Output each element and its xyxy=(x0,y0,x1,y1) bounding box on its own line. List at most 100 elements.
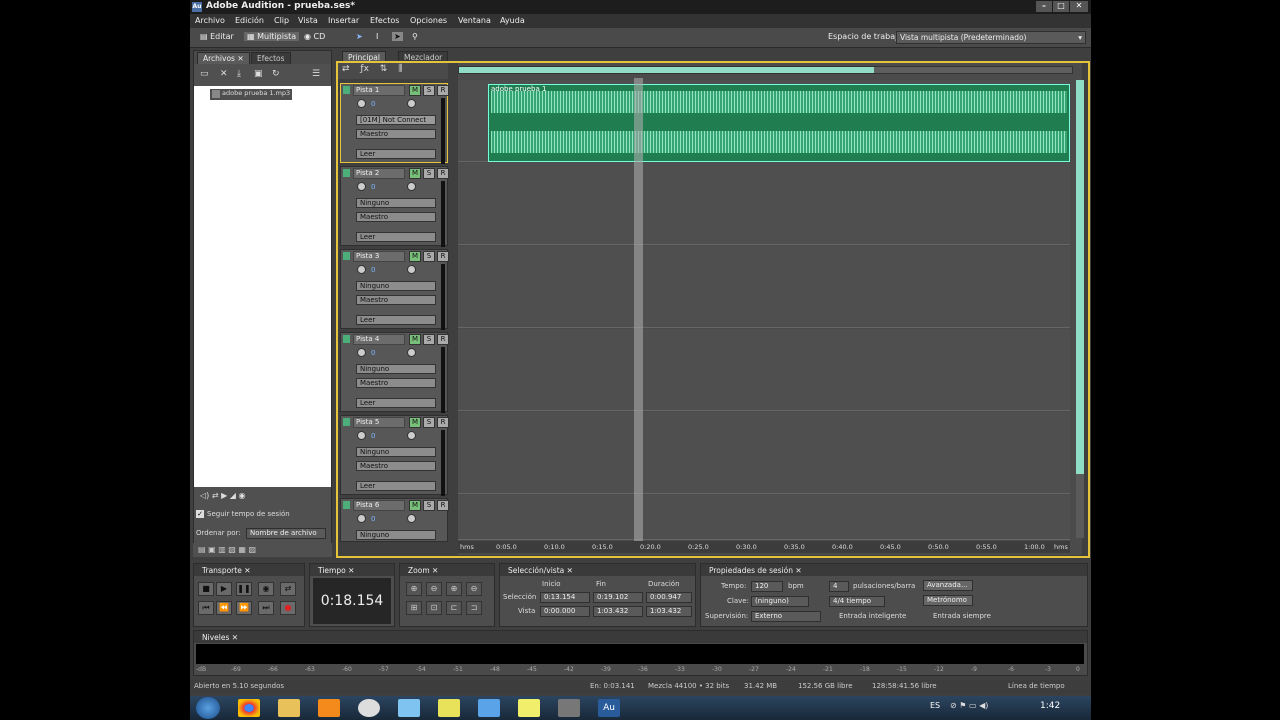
time-signature-select[interactable]: 4/4 tiempo xyxy=(829,596,885,607)
menu-clip[interactable]: Clip xyxy=(274,16,289,25)
supervision-select[interactable]: Externo xyxy=(751,611,821,622)
track-5-input-select[interactable]: Ninguno xyxy=(356,447,436,457)
menu-efectos[interactable]: Efectos xyxy=(370,16,399,25)
clock-app-icon[interactable] xyxy=(358,699,380,717)
import-icon[interactable]: ▭ xyxy=(200,69,209,79)
media-player-icon[interactable] xyxy=(318,699,340,717)
vertical-thumb[interactable] xyxy=(1076,80,1084,474)
overview-thumb[interactable] xyxy=(459,67,874,73)
scrub-tool-icon[interactable]: ⚲ xyxy=(412,32,418,41)
tempo-input[interactable]: 120 xyxy=(751,581,783,592)
menu-ventana[interactable]: Ventana xyxy=(458,16,491,25)
track-3-volume-knob[interactable] xyxy=(357,265,366,274)
track-1-input-select[interactable]: [01M] Not Connect xyxy=(356,115,436,125)
track-1-output-select[interactable]: Maestro xyxy=(356,129,436,139)
overview-scrollbar[interactable] xyxy=(458,66,1073,74)
app-icon-blue[interactable] xyxy=(398,699,420,717)
play-from-cursor-button[interactable]: ◉ xyxy=(258,582,274,596)
track-2-volume-knob[interactable] xyxy=(357,182,366,191)
track-5-pan-knob[interactable] xyxy=(407,431,416,440)
track-5-solo-button[interactable]: S xyxy=(423,417,435,428)
track-4-name[interactable]: Pista 4 xyxy=(353,334,405,345)
start-button[interactable] xyxy=(196,697,220,719)
track-3-output-select[interactable]: Maestro xyxy=(356,295,436,305)
maximize-button[interactable]: □ xyxy=(1053,1,1069,12)
insert-icon[interactable]: ⤓ xyxy=(237,69,241,79)
zoom-left-edge-icon[interactable]: ⊏ xyxy=(446,601,462,615)
pause-button[interactable]: ❚❚ xyxy=(236,582,252,596)
beats-input[interactable]: 4 xyxy=(829,581,849,592)
forward-button[interactable]: ⏩ xyxy=(236,601,252,615)
track-2-solo-button[interactable]: S xyxy=(423,168,435,179)
folder-icon[interactable] xyxy=(278,699,300,717)
zoom-right-edge-icon[interactable]: ⊐ xyxy=(466,601,482,615)
view-end-field[interactable]: 1:03.432 xyxy=(593,606,643,617)
track-3-mute-button[interactable]: M xyxy=(409,251,421,262)
minimize-button[interactable]: – xyxy=(1036,1,1052,12)
ibeam-tool-icon[interactable]: I xyxy=(376,32,378,41)
track-6-input-select[interactable]: Ninguno xyxy=(356,530,436,540)
track-3-solo-button[interactable]: S xyxy=(423,251,435,262)
view-options-icon[interactable]: ☰ xyxy=(312,69,320,79)
track-1-volume-knob[interactable] xyxy=(357,99,366,108)
track-5-volume-knob[interactable] xyxy=(357,431,366,440)
tray-icons[interactable]: ⊘ ⚑ ▭ ◀) xyxy=(950,701,988,710)
always-input-option[interactable]: Entrada siempre xyxy=(933,612,991,620)
track-6-mute-button[interactable]: M xyxy=(409,500,421,511)
track-5-output-select[interactable]: Maestro xyxy=(356,461,436,471)
zoom-full-icon[interactable]: ⊞ xyxy=(406,601,422,615)
track-6-name[interactable]: Pista 6 xyxy=(353,500,405,511)
metronome-button[interactable]: Metrónomo xyxy=(923,595,973,606)
stop-button[interactable]: ■ xyxy=(198,582,214,596)
track-5-name[interactable]: Pista 5 xyxy=(353,417,405,428)
smart-input-option[interactable]: Entrada inteligente xyxy=(839,612,906,620)
track-6-solo-button[interactable]: S xyxy=(423,500,435,511)
tab-efectos[interactable]: Efectos xyxy=(251,52,291,64)
sticky-notes-icon[interactable] xyxy=(518,699,540,717)
view-duration-field[interactable]: 1:03.432 xyxy=(646,606,692,617)
track-4-volume-knob[interactable] xyxy=(357,348,366,357)
track-1-mute-button[interactable]: M xyxy=(409,85,421,96)
close-button[interactable]: ✕ xyxy=(1070,1,1088,12)
timeline-ruler[interactable]: hms 0:05.0 0:10.0 0:15.0 0:20.0 0:25.0 0… xyxy=(458,541,1070,553)
selection-end-field[interactable]: 0:19.102 xyxy=(593,592,643,603)
track-1-name[interactable]: Pista 1 xyxy=(353,85,405,96)
language-indicator[interactable]: ES xyxy=(930,701,940,710)
track-6-volume-knob[interactable] xyxy=(357,514,366,523)
track-2-input-select[interactable]: Ninguno xyxy=(356,198,436,208)
playhead-cursor[interactable] xyxy=(634,78,643,544)
computer-icon[interactable] xyxy=(478,699,500,717)
track-3-input-select[interactable]: Ninguno xyxy=(356,281,436,291)
track-lane-5[interactable] xyxy=(458,412,1070,494)
zoom-in-amplitude-icon[interactable]: ⊕ xyxy=(406,582,422,596)
clock[interactable]: 1:42 xyxy=(1040,701,1060,711)
track-3-automation-select[interactable]: Leer xyxy=(356,315,436,325)
move-tool-icon[interactable]: ➤ xyxy=(356,32,363,41)
track-1-record-button[interactable]: R xyxy=(437,85,449,96)
track-1-automation-select[interactable]: Leer xyxy=(356,149,436,159)
zoom-selection-icon[interactable]: ⊡ xyxy=(426,601,442,615)
track-2-name[interactable]: Pista 2 xyxy=(353,168,405,179)
go-start-button[interactable]: ⏮ xyxy=(198,601,214,615)
editar-button[interactable]: ▤ Editar xyxy=(200,32,234,41)
track-lane-6[interactable] xyxy=(458,495,1070,540)
menu-edicion[interactable]: Edición xyxy=(235,16,264,25)
loop-icon[interactable]: ⇄ xyxy=(342,64,350,74)
track-4-solo-button[interactable]: S xyxy=(423,334,435,345)
track-3-pan-knob[interactable] xyxy=(407,265,416,274)
track-5-record-button[interactable]: R xyxy=(437,417,449,428)
track-6-pan-knob[interactable] xyxy=(407,514,416,523)
track-lane-3[interactable] xyxy=(458,246,1070,328)
record-button[interactable]: ● xyxy=(280,601,296,615)
track-lane-2[interactable] xyxy=(458,163,1070,245)
selection-start-field[interactable]: 0:13.154 xyxy=(540,592,590,603)
follow-tempo-checkbox[interactable]: ✓ xyxy=(196,510,204,518)
go-end-button[interactable]: ⏭ xyxy=(258,601,274,615)
zoom-in-time-icon[interactable]: ⊕ xyxy=(446,582,462,596)
menu-vista[interactable]: Vista xyxy=(298,16,318,25)
selection-duration-field[interactable]: 0:00.947 xyxy=(646,592,692,603)
track-lane-4[interactable] xyxy=(458,329,1070,411)
tools-icon[interactable] xyxy=(558,699,580,717)
advanced-button[interactable]: Avanzada... xyxy=(923,580,973,591)
workspace-select[interactable]: Vista multipista (Predeterminado) ▾ xyxy=(896,31,1086,44)
